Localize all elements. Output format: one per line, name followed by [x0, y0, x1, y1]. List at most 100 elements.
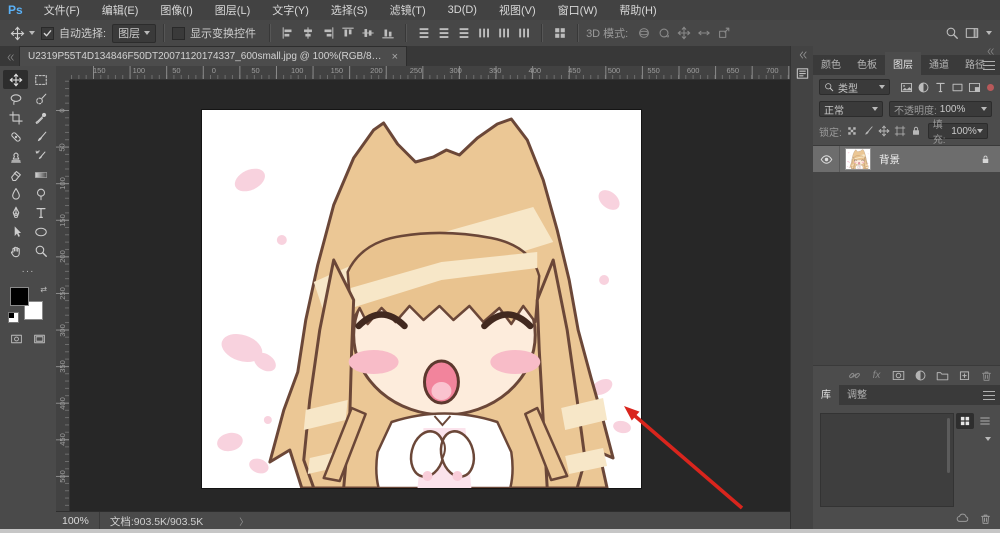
hand-tool[interactable] [3, 241, 28, 260]
eraser-tool[interactable] [3, 165, 28, 184]
show-transform-controls-checkbox[interactable] [172, 26, 186, 40]
edit-toolbar-button[interactable]: ··· [0, 266, 56, 277]
screen-mode-button[interactable] [32, 333, 47, 345]
pasteboard[interactable] [70, 80, 790, 511]
align-and-distribute-button[interactable] [550, 23, 570, 43]
fill-dropdown[interactable]: 填充: 100% [927, 120, 988, 146]
current-tool-chip[interactable] [10, 26, 35, 41]
layer-row-background[interactable]: 背景 [813, 146, 1000, 172]
auto-select-target-dropdown[interactable]: 图层 [112, 23, 157, 43]
panel-menu-icon[interactable] [983, 391, 995, 400]
tab-libraries[interactable]: 库 [813, 382, 839, 405]
filter-shape-layers-button[interactable] [949, 79, 966, 95]
distribute-top-edges-button[interactable] [414, 23, 434, 43]
swap-colors-icon[interactable]: ⇄ [40, 285, 47, 294]
link-layers-button[interactable] [847, 368, 862, 383]
gradient-tool[interactable] [28, 165, 53, 184]
document-tab[interactable]: U2319P55T4D134846F50DT20071120174337_600… [19, 46, 407, 66]
distribute-left-edges-button[interactable] [474, 23, 494, 43]
eyedropper-tool[interactable] [28, 108, 53, 127]
lock-transparent-pixels-button[interactable] [844, 123, 860, 139]
auto-select-checkbox[interactable] [41, 26, 54, 40]
ellipse-tool[interactable] [28, 222, 53, 241]
spot-healing-brush-tool[interactable] [3, 127, 28, 146]
quick-selection-tool[interactable] [28, 89, 53, 108]
align-bottom-edges-button[interactable] [378, 23, 398, 43]
lock-position-button[interactable] [876, 123, 892, 139]
new-group-button[interactable] [935, 368, 950, 383]
3d-roll-button[interactable] [654, 23, 674, 43]
3d-slide-button[interactable] [694, 23, 714, 43]
menu-type[interactable]: 文字(Y) [261, 0, 320, 20]
crop-tool[interactable] [3, 108, 28, 127]
search-icon[interactable] [942, 23, 962, 43]
list-view-button[interactable] [976, 413, 994, 429]
ruler-origin-corner[interactable] [56, 66, 71, 81]
filter-adjustment-layers-button[interactable] [915, 79, 932, 95]
layer-visibility-toggle[interactable] [813, 146, 840, 172]
menu-help[interactable]: 帮助(H) [608, 0, 667, 20]
expand-panels-icon[interactable] [798, 50, 808, 60]
library-content-area[interactable] [820, 413, 954, 507]
lock-all-button[interactable] [908, 123, 924, 139]
blur-tool[interactable] [3, 184, 28, 203]
workspace-switcher-icon[interactable] [962, 23, 982, 43]
align-right-edges-button[interactable] [318, 23, 338, 43]
3d-orbit-button[interactable] [634, 23, 654, 43]
grid-view-button[interactable] [956, 413, 974, 429]
3d-scale-button[interactable] [714, 23, 734, 43]
brush-tool[interactable] [28, 127, 53, 146]
menu-image[interactable]: 图像(I) [149, 0, 203, 20]
align-vertical-centers-button[interactable] [358, 23, 378, 43]
menu-layer[interactable]: 图层(L) [204, 0, 261, 20]
add-layer-mask-button[interactable] [891, 368, 906, 383]
menu-file[interactable]: 文件(F) [33, 0, 91, 20]
menu-3d[interactable]: 3D(D) [437, 2, 488, 18]
new-layer-button[interactable] [957, 368, 972, 383]
filter-type-layers-button[interactable] [932, 79, 949, 95]
tab-channels[interactable]: 通道 [921, 52, 957, 75]
panel-menu-icon[interactable] [983, 61, 995, 70]
history-brush-tool[interactable] [28, 146, 53, 165]
filter-smart-objects-button[interactable] [966, 79, 983, 95]
filter-pixel-layers-button[interactable] [898, 79, 915, 95]
default-colors-icon[interactable] [8, 312, 19, 323]
foreground-color-swatch[interactable] [10, 287, 29, 306]
tab-swatches[interactable]: 色板 [849, 52, 885, 75]
opacity-dropdown[interactable]: 不透明度: 100% [889, 101, 992, 117]
horizontal-ruler[interactable]: 150 100 50 0 50 100 150 200 250 300 350 400 450 500 55… [70, 66, 790, 80]
tab-adjustments[interactable]: 调整 [839, 382, 875, 405]
type-tool[interactable] [28, 203, 53, 222]
layer-thumbnail[interactable] [845, 148, 871, 170]
menu-filter[interactable]: 滤镜(T) [379, 0, 437, 20]
layer-filter-type-dropdown[interactable]: 类型 [819, 79, 891, 95]
quick-mask-button[interactable] [9, 333, 24, 345]
layer-style-button[interactable]: fx [869, 368, 884, 383]
status-expand-icon[interactable]: 〉 [239, 515, 248, 528]
menu-select[interactable]: 选择(S) [320, 0, 379, 20]
align-top-edges-button[interactable] [338, 23, 358, 43]
tab-color[interactable]: 颜色 [813, 52, 849, 75]
menu-edit[interactable]: 编辑(E) [91, 0, 150, 20]
menu-window[interactable]: 窗口(W) [547, 0, 609, 20]
new-adjustment-layer-button[interactable] [913, 368, 928, 383]
canvas-image[interactable] [201, 109, 642, 489]
vertical-ruler[interactable]: 0 50 100 150 200 250 300 350 400 450 500 [56, 80, 70, 511]
delete-layer-button[interactable] [979, 368, 994, 383]
align-horizontal-centers-button[interactable] [298, 23, 318, 43]
rectangular-marquee-tool[interactable] [28, 70, 53, 89]
history-panel-icon[interactable] [795, 66, 810, 81]
distribute-bottom-edges-button[interactable] [454, 23, 474, 43]
3d-pan-button[interactable] [674, 23, 694, 43]
lasso-tool[interactable] [3, 89, 28, 108]
path-selection-tool[interactable] [3, 222, 28, 241]
clone-stamp-tool[interactable] [3, 146, 28, 165]
move-tool[interactable] [3, 70, 28, 89]
tab-overflow-icon[interactable] [6, 53, 15, 62]
dodge-tool[interactable] [28, 184, 53, 203]
pen-tool[interactable] [3, 203, 28, 222]
distribute-vertical-centers-button[interactable] [434, 23, 454, 43]
distribute-right-edges-button[interactable] [514, 23, 534, 43]
zoom-level-field[interactable]: 100% [56, 512, 100, 530]
lock-image-pixels-button[interactable] [860, 123, 876, 139]
